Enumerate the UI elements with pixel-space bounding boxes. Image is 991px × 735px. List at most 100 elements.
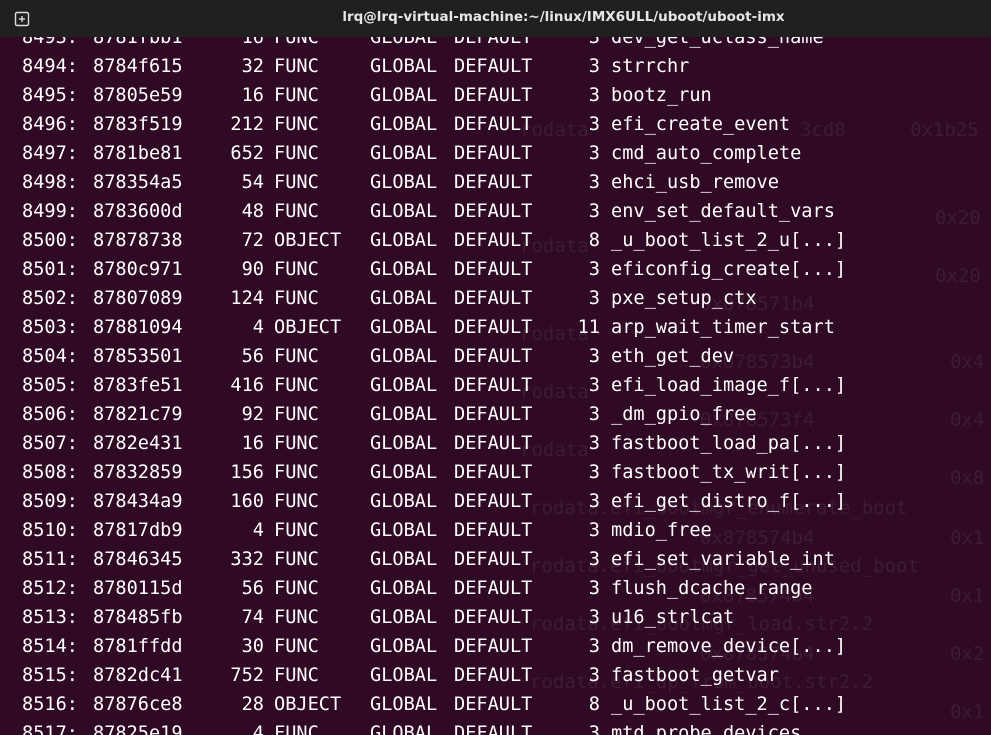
symbol-value: 878485fb	[93, 607, 183, 628]
symbol-name: efi_get_distro_f[...]	[611, 491, 847, 512]
row-number: 8497:	[22, 143, 78, 164]
symbol-type: OBJECT	[274, 694, 342, 715]
row-number: 8517:	[22, 723, 78, 735]
symbol-size: 30	[241, 636, 264, 657]
symbol-type: FUNC	[274, 607, 319, 628]
symbol-type: FUNC	[274, 114, 319, 135]
symbol-size: 74	[241, 607, 264, 628]
symbol-section-index: 3	[588, 520, 600, 541]
window-title: lrq@lrq-virtual-machine:~/linux/IMX6ULL/…	[342, 9, 785, 25]
symbol-bind: GLOBAL	[370, 665, 438, 686]
symbol-visibility: DEFAULT	[454, 85, 533, 106]
symbol-name: fastboot_load_pa[...]	[611, 433, 847, 454]
symbol-visibility: DEFAULT	[454, 491, 533, 512]
symbol-section-index: 3	[588, 56, 600, 77]
terminal-area[interactable]: rodata 3cd8 0x1b25 rodata 0x20 0x20 0x87…	[0, 37, 991, 735]
symbol-visibility: DEFAULT	[454, 578, 533, 599]
symbol-section-index: 3	[588, 433, 600, 454]
symbol-section-index: 3	[588, 375, 600, 396]
symbol-section-index: 3	[588, 549, 600, 570]
symbol-name: fastboot_getvar	[611, 665, 779, 686]
title-bar: lrq@lrq-virtual-machine:~/linux/IMX6ULL/…	[0, 0, 991, 37]
symbol-section-index: 3	[588, 491, 600, 512]
row-number: 8498:	[22, 172, 78, 193]
symbol-name: fastboot_tx_writ[...]	[611, 462, 847, 483]
symbol-name: arp_wait_timer_start	[611, 317, 835, 338]
symbol-visibility: DEFAULT	[454, 520, 533, 541]
symbol-name: dm_remove_device[...]	[611, 636, 847, 657]
symbol-size: 652	[230, 143, 264, 164]
symbol-type: FUNC	[274, 85, 319, 106]
symbol-name: dev_get_uclass_name	[611, 37, 824, 48]
symbol-size: 90	[241, 259, 264, 280]
symbol-section-index: 3	[588, 404, 600, 425]
symbol-name: efi_create_event	[611, 114, 791, 135]
symbol-size: 92	[241, 404, 264, 425]
symbol-visibility: DEFAULT	[454, 694, 533, 715]
symbol-value: 878354a5	[93, 172, 183, 193]
symbol-bind: GLOBAL	[370, 375, 438, 396]
symbol-value: 87821c79	[93, 404, 183, 425]
symbol-visibility: DEFAULT	[454, 201, 533, 222]
symbol-name: eficonfig_create[...]	[611, 259, 847, 280]
symbol-size: 156	[230, 462, 264, 483]
row-number: 8499:	[22, 201, 78, 222]
symbol-bind: GLOBAL	[370, 462, 438, 483]
symbol-section-index: 11	[577, 317, 600, 338]
symbol-type: FUNC	[274, 520, 319, 541]
symbol-visibility: DEFAULT	[454, 607, 533, 628]
symbol-bind: GLOBAL	[370, 346, 438, 367]
symbol-name: ehci_usb_remove	[611, 172, 779, 193]
symbol-type: FUNC	[274, 636, 319, 657]
symbol-name: strrchr	[611, 56, 690, 77]
row-number: 8509:	[22, 491, 78, 512]
symbol-value: 8780c971	[93, 259, 183, 280]
symbol-bind: GLOBAL	[370, 723, 438, 735]
symbol-bind: GLOBAL	[370, 549, 438, 570]
symbol-bind: GLOBAL	[370, 230, 438, 251]
symbol-size: 212	[230, 114, 264, 135]
symbol-visibility: DEFAULT	[454, 462, 533, 483]
symbol-value: 87807089	[93, 288, 183, 309]
symbol-section-index: 3	[588, 462, 600, 483]
row-number: 8511:	[22, 549, 78, 570]
symbol-name: mdio_free	[611, 520, 712, 541]
symbol-visibility: DEFAULT	[454, 549, 533, 570]
symbol-value: 87825e19	[93, 723, 183, 735]
symbol-visibility: DEFAULT	[454, 172, 533, 193]
symbol-bind: GLOBAL	[370, 491, 438, 512]
symbol-section-index: 3	[588, 85, 600, 106]
symbol-type: FUNC	[274, 37, 319, 48]
symbol-size: 4	[252, 723, 264, 735]
symbol-size: 124	[230, 288, 264, 309]
symbol-name: _dm_gpio_free	[611, 404, 757, 425]
symbol-size: 16	[241, 37, 264, 48]
symbol-bind: GLOBAL	[370, 143, 438, 164]
symbol-value: 87805e59	[93, 85, 183, 106]
symbol-visibility: DEFAULT	[454, 317, 533, 338]
symbol-section-index: 3	[588, 607, 600, 628]
symbol-name: flush_dcache_range	[611, 578, 813, 599]
symbol-value: 8780115d	[93, 578, 183, 599]
symbol-size: 416	[230, 375, 264, 396]
symbol-visibility: DEFAULT	[454, 114, 533, 135]
row-number: 8512:	[22, 578, 78, 599]
symbol-value: 8781be81	[93, 143, 183, 164]
row-number: 8500:	[22, 230, 78, 251]
symbol-visibility: DEFAULT	[454, 259, 533, 280]
symbol-value: 87853501	[93, 346, 183, 367]
symbol-type: FUNC	[274, 462, 319, 483]
symbol-bind: GLOBAL	[370, 578, 438, 599]
terminal-window: lrq@lrq-virtual-machine:~/linux/IMX6ULL/…	[0, 0, 991, 735]
symbol-size: 72	[241, 230, 264, 251]
symbol-bind: GLOBAL	[370, 85, 438, 106]
symbol-size: 752	[230, 665, 264, 686]
symbol-section-index: 3	[588, 37, 600, 48]
symbol-value: 8781fbb1	[93, 37, 183, 48]
symbol-type: FUNC	[274, 723, 319, 735]
symbol-type: FUNC	[274, 143, 319, 164]
symbol-size: 54	[241, 172, 264, 193]
symbol-visibility: DEFAULT	[454, 404, 533, 425]
symbol-bind: GLOBAL	[370, 636, 438, 657]
symbol-name: _u_boot_list_2_u[...]	[611, 230, 847, 251]
